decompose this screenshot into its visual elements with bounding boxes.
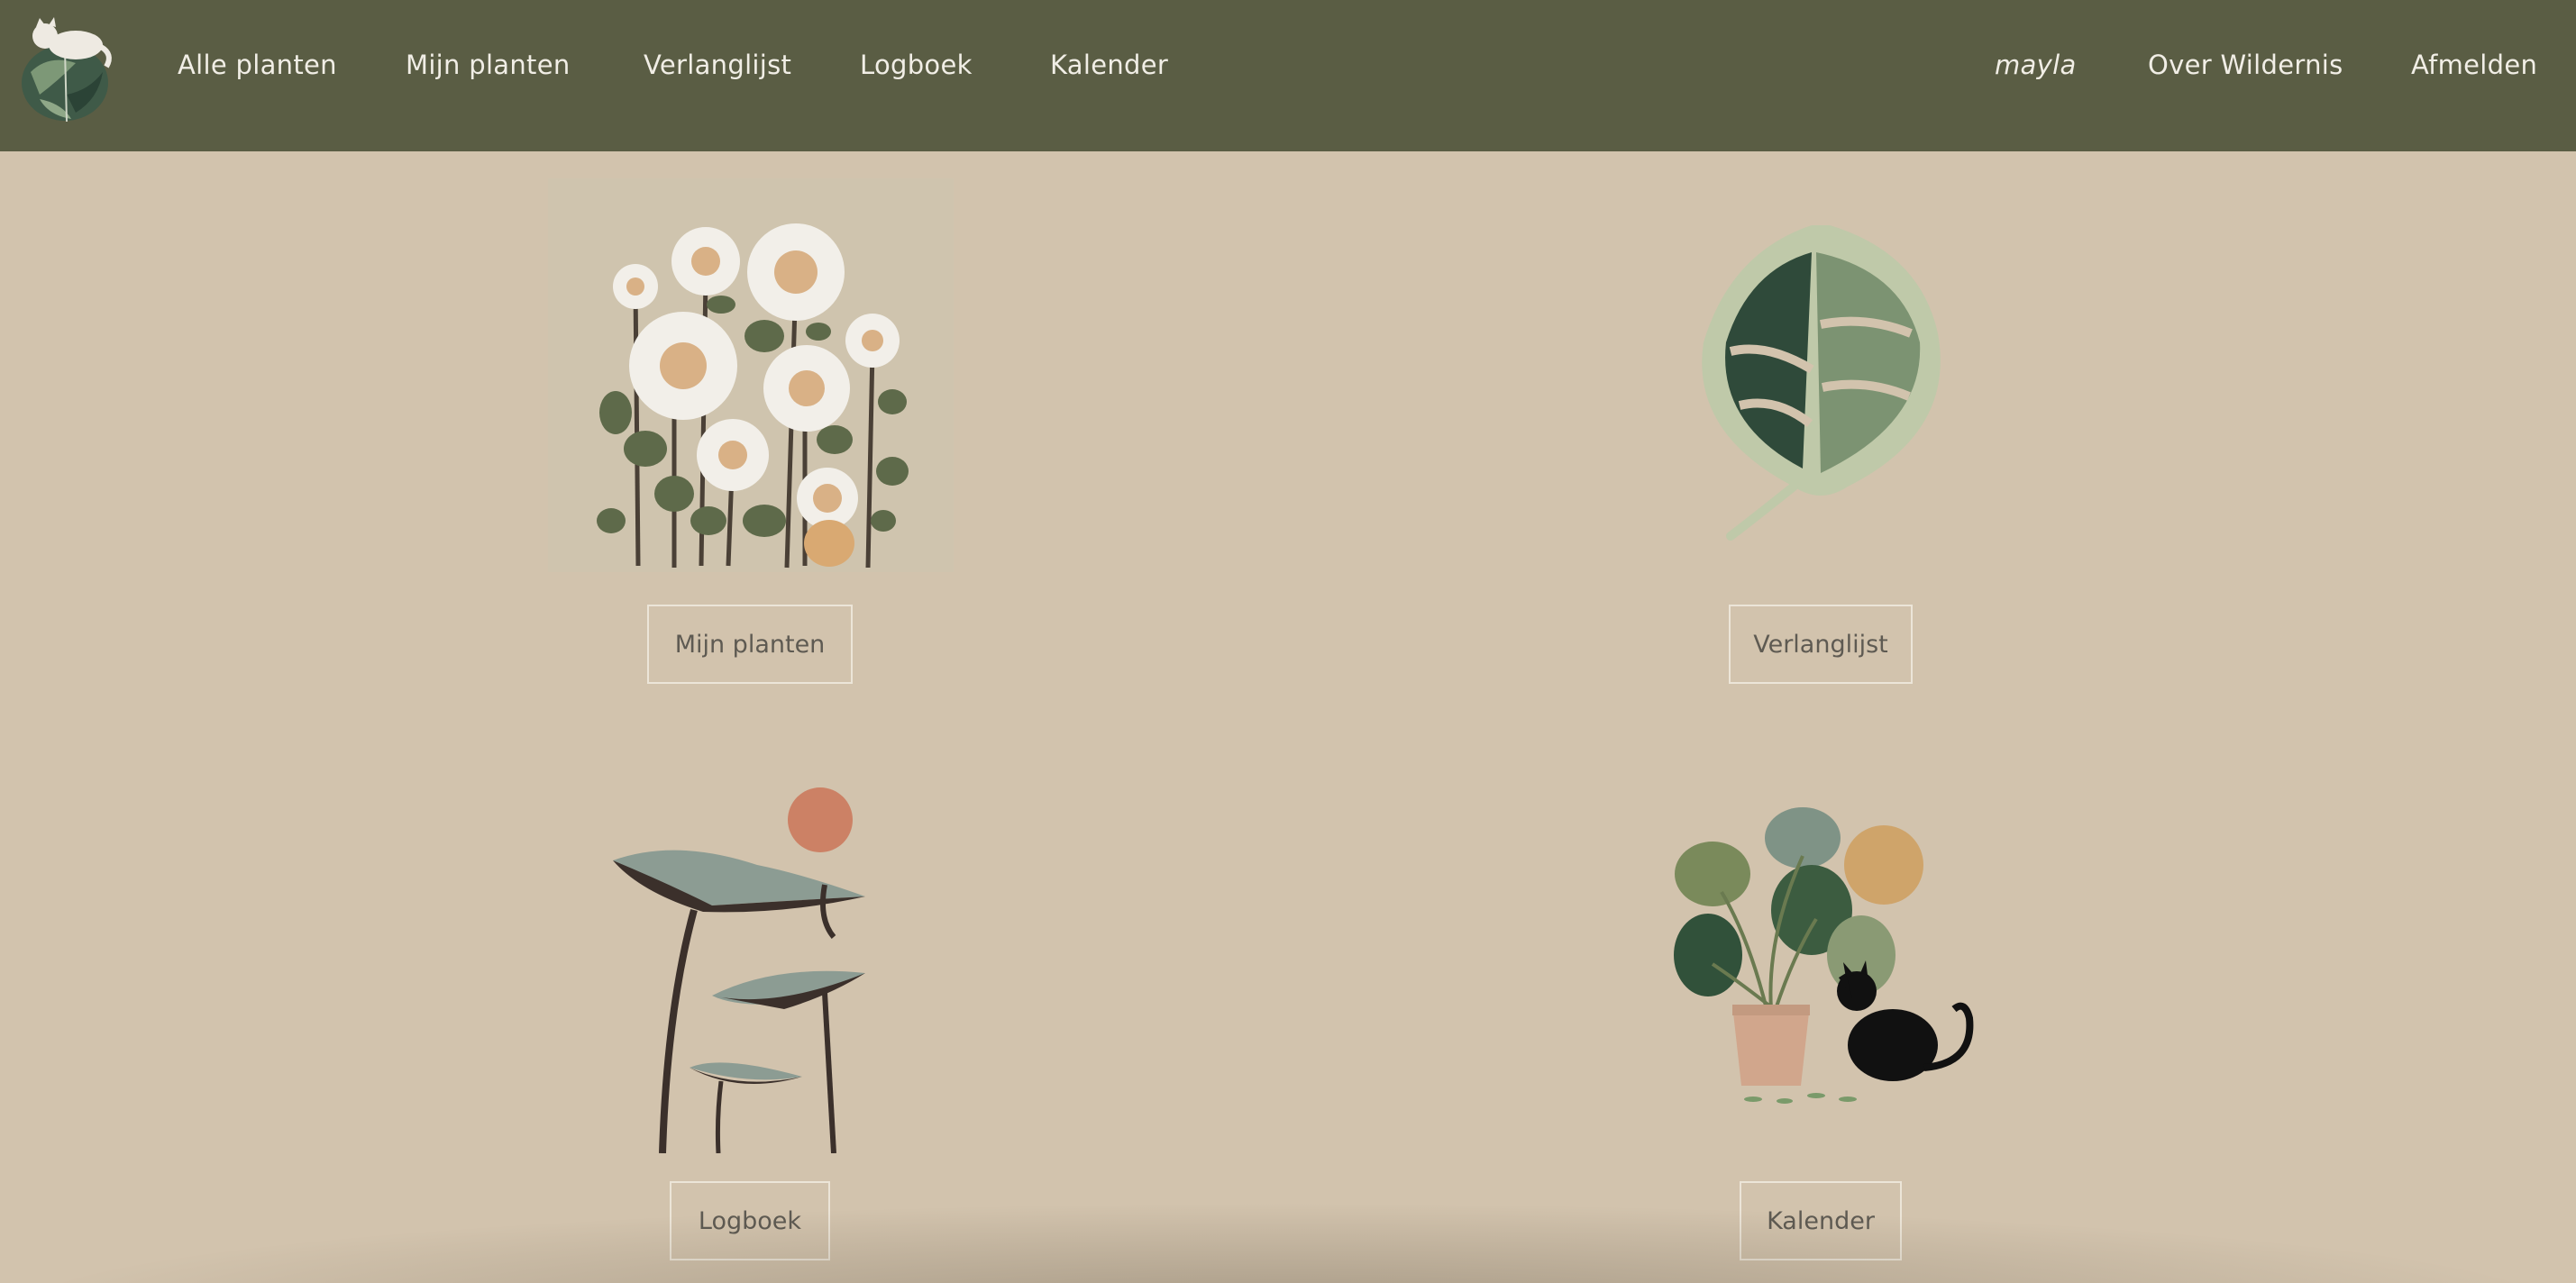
- nav-all-plants[interactable]: Alle planten: [178, 45, 337, 85]
- nav-user-profile[interactable]: mayla: [1995, 45, 2077, 85]
- wishlist-button[interactable]: Verlanglijst: [1729, 605, 1913, 684]
- wildernis-logo[interactable]: [13, 9, 119, 124]
- top-navigation-bar: Alle planten Mijn planten Verlanglijst L…: [0, 0, 2576, 151]
- nav-logout[interactable]: Afmelden: [2411, 45, 2537, 85]
- my-plants-button[interactable]: Mijn planten: [647, 605, 853, 684]
- calendar-illustration[interactable]: [1667, 802, 1983, 1108]
- nav-my-plants[interactable]: Mijn planten: [406, 45, 571, 85]
- calendar-button[interactable]: Kalender: [1740, 1181, 1902, 1260]
- nav-wishlist[interactable]: Verlanglijst: [644, 45, 791, 85]
- logbook-illustration[interactable]: [604, 784, 892, 1153]
- nav-calendar[interactable]: Kalender: [1050, 45, 1168, 85]
- logbook-button[interactable]: Logboek: [670, 1181, 830, 1260]
- my-plants-illustration[interactable]: [548, 178, 954, 572]
- nav-logbook[interactable]: Logboek: [860, 45, 973, 85]
- wishlist-illustration[interactable]: [1694, 216, 1947, 546]
- nav-about[interactable]: Over Wildernis: [2148, 45, 2343, 85]
- bottom-shadow: [0, 1202, 2576, 1283]
